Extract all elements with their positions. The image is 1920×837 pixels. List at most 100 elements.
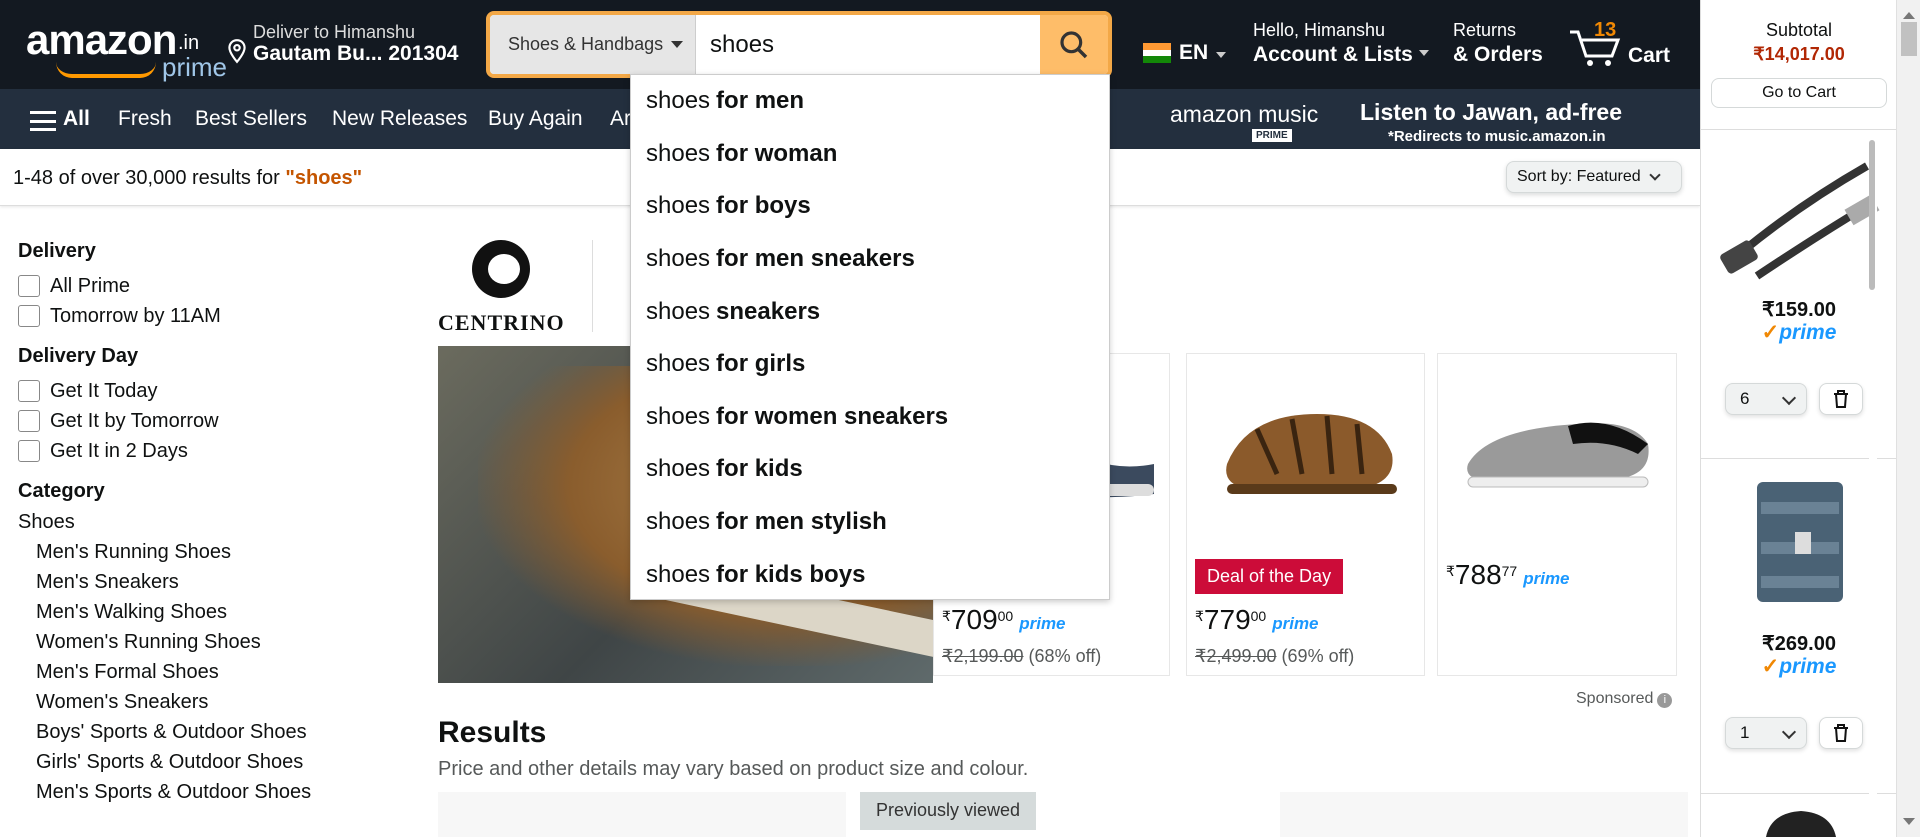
nav-item-new-releases[interactable]: New Releases — [332, 107, 467, 131]
checkbox[interactable] — [18, 410, 40, 432]
brand-logo-centrino[interactable]: CENTRINO — [436, 234, 568, 335]
nav-item-buy-again[interactable]: Buy Again — [488, 107, 583, 131]
results-query: "shoes" — [285, 167, 363, 189]
search-suggestion-item[interactable]: shoes for men sneakers — [631, 233, 1109, 286]
music-promo-subtitle: *Redirects to music.amazon.in — [1388, 128, 1606, 145]
filter-get-it-tomorrow[interactable]: Get It by Tomorrow — [18, 406, 398, 436]
category-link[interactable]: Men's Sports & Outdoor Shoes — [18, 781, 398, 811]
product-price: ₹78877 prime — [1446, 559, 1570, 590]
category-root-shoes[interactable]: Shoes — [18, 511, 398, 541]
suggestion-prefix: shoes — [646, 192, 711, 220]
scroll-down-arrow-icon[interactable] — [1903, 818, 1915, 831]
sponsored-product-card[interactable]: Deal of the Day ₹77900 prime ₹2,499.00 (6… — [1186, 353, 1425, 676]
category-link[interactable]: Boys' Sports & Outdoor Shoes — [18, 721, 398, 751]
result-tile[interactable] — [1280, 792, 1688, 837]
search-button[interactable] — [1040, 15, 1108, 74]
category-link[interactable]: Men's Running Shoes — [18, 541, 398, 571]
checkbox[interactable] — [18, 440, 40, 462]
sort-dropdown[interactable]: Sort by: Featured — [1506, 161, 1682, 193]
search-suggestion-item[interactable]: shoes for men — [631, 75, 1109, 128]
nav-item-truncated[interactable]: Ar — [610, 107, 631, 131]
filters-sidebar: Delivery All Prime Tomorrow by 11AM Deli… — [18, 240, 398, 825]
search-category-label: Shoes & Handbags — [508, 34, 664, 54]
checkbox[interactable] — [18, 380, 40, 402]
category-link[interactable]: Men's Formal Shoes — [18, 661, 398, 691]
returns-orders-link[interactable]: Returns & Orders — [1453, 20, 1543, 67]
cart-panel-scroll-thumb[interactable] — [1869, 140, 1875, 290]
search-category-select[interactable]: Shoes & Handbags — [490, 15, 696, 74]
language-selector[interactable]: EN — [1143, 40, 1227, 66]
cart-item-cable-image[interactable] — [1717, 146, 1883, 286]
category-link[interactable]: Women's Running Shoes — [18, 631, 398, 661]
checkbox[interactable] — [18, 305, 40, 327]
search-suggestion-item[interactable]: shoes for kids — [631, 443, 1109, 496]
search-input[interactable] — [696, 15, 1032, 74]
prime-badge: prime — [1701, 320, 1897, 345]
cart-item-watch-image[interactable] — [1761, 808, 1841, 837]
cart-item-price: ₹159.00 — [1762, 299, 1836, 321]
delete-item-button[interactable] — [1819, 717, 1863, 749]
search-suggestion-item[interactable]: shoes for kids boys — [631, 548, 1109, 601]
scroll-up-arrow-icon[interactable] — [1903, 6, 1915, 19]
go-to-cart-button[interactable]: Go to Cart — [1711, 78, 1887, 108]
cart-panel-scrollbar[interactable] — [1869, 140, 1877, 837]
suggestion-completion: for girls — [716, 350, 806, 378]
account-greeting: Hello, Himanshu — [1253, 20, 1386, 40]
suggestion-completion: for boys — [716, 192, 811, 220]
filter-tomorrow-11am[interactable]: Tomorrow by 11AM — [18, 301, 398, 331]
suggestion-prefix: shoes — [646, 297, 711, 325]
cart-item-towel-image[interactable] — [1717, 472, 1883, 612]
checkbox[interactable] — [18, 275, 40, 297]
filter-get-it-today[interactable]: Get It Today — [18, 376, 398, 406]
amazon-search-page: amazon .in prime Deliver to Himanshu Gau… — [0, 0, 1920, 837]
deal-of-the-day-badge: Deal of the Day — [1195, 559, 1344, 594]
search-suggestion-item[interactable]: shoes for women sneakers — [631, 391, 1109, 444]
cart-item-price: ₹269.00 — [1762, 633, 1836, 655]
cart-link[interactable]: 13 Cart — [1568, 18, 1678, 70]
chevron-down-icon — [1648, 169, 1661, 181]
nav-item-fresh[interactable]: Fresh — [118, 107, 172, 131]
search-suggestion-item[interactable]: shoes sneakers — [631, 285, 1109, 338]
suggestion-completion: for men — [716, 87, 805, 115]
divider — [1701, 458, 1897, 459]
category-link[interactable]: Women's Sneakers — [18, 691, 398, 721]
amazon-prime-logo[interactable]: amazon .in prime — [26, 14, 227, 82]
suggestion-completion: for men stylish — [716, 508, 887, 536]
sponsored-label[interactable]: Sponsored i — [1576, 690, 1673, 708]
search-bar: Shoes & Handbags — [486, 11, 1112, 78]
prime-badge: prime — [1523, 569, 1570, 588]
location-pin-icon — [228, 39, 246, 64]
delivery-day-filter: Delivery Day Get It Today Get It by Tomo… — [18, 345, 398, 466]
suggestion-completion: for kids — [716, 455, 803, 483]
page-scrollbar[interactable] — [1896, 0, 1920, 837]
suggestion-prefix: shoes — [646, 87, 711, 115]
suggestion-prefix: shoes — [646, 350, 711, 378]
filter-get-it-2-days[interactable]: Get It in 2 Days — [18, 436, 398, 466]
info-icon: i — [1657, 693, 1673, 708]
previously-viewed-badge: Previously viewed — [860, 792, 1037, 830]
category-link[interactable]: Men's Walking Shoes — [18, 601, 398, 631]
scroll-thumb[interactable] — [1901, 22, 1917, 56]
quantity-select[interactable]: 6 — [1725, 383, 1807, 415]
quantity-select[interactable]: 1 — [1725, 717, 1807, 749]
delete-item-button[interactable] — [1819, 383, 1863, 415]
suggestion-prefix: shoes — [646, 139, 711, 167]
search-suggestion-item[interactable]: shoes for men stylish — [631, 496, 1109, 549]
category-link[interactable]: Men's Sneakers — [18, 571, 398, 601]
suggestion-prefix: shoes — [646, 560, 711, 588]
result-tile[interactable] — [438, 792, 846, 837]
suggestion-prefix: shoes — [646, 508, 711, 536]
search-suggestion-item[interactable]: shoes for boys — [631, 180, 1109, 233]
results-heading: Results — [438, 716, 547, 749]
search-icon — [1060, 30, 1088, 58]
sponsored-product-card[interactable]: ₹78877 prime — [1437, 353, 1677, 676]
category-link[interactable]: Girls' Sports & Outdoor Shoes — [18, 751, 398, 781]
product-sandal-image — [1226, 414, 1397, 494]
search-suggestion-item[interactable]: shoes for woman — [631, 128, 1109, 181]
account-lists-menu[interactable]: Hello, Himanshu Account & Lists — [1253, 20, 1429, 67]
nav-item-best-sellers[interactable]: Best Sellers — [195, 107, 307, 131]
orders-label: & Orders — [1453, 43, 1543, 66]
search-suggestion-item[interactable]: shoes for girls — [631, 338, 1109, 391]
filter-all-prime[interactable]: All Prime — [18, 271, 398, 301]
results-count: 1-48 of over 30,000 results for "shoes" — [13, 167, 363, 189]
